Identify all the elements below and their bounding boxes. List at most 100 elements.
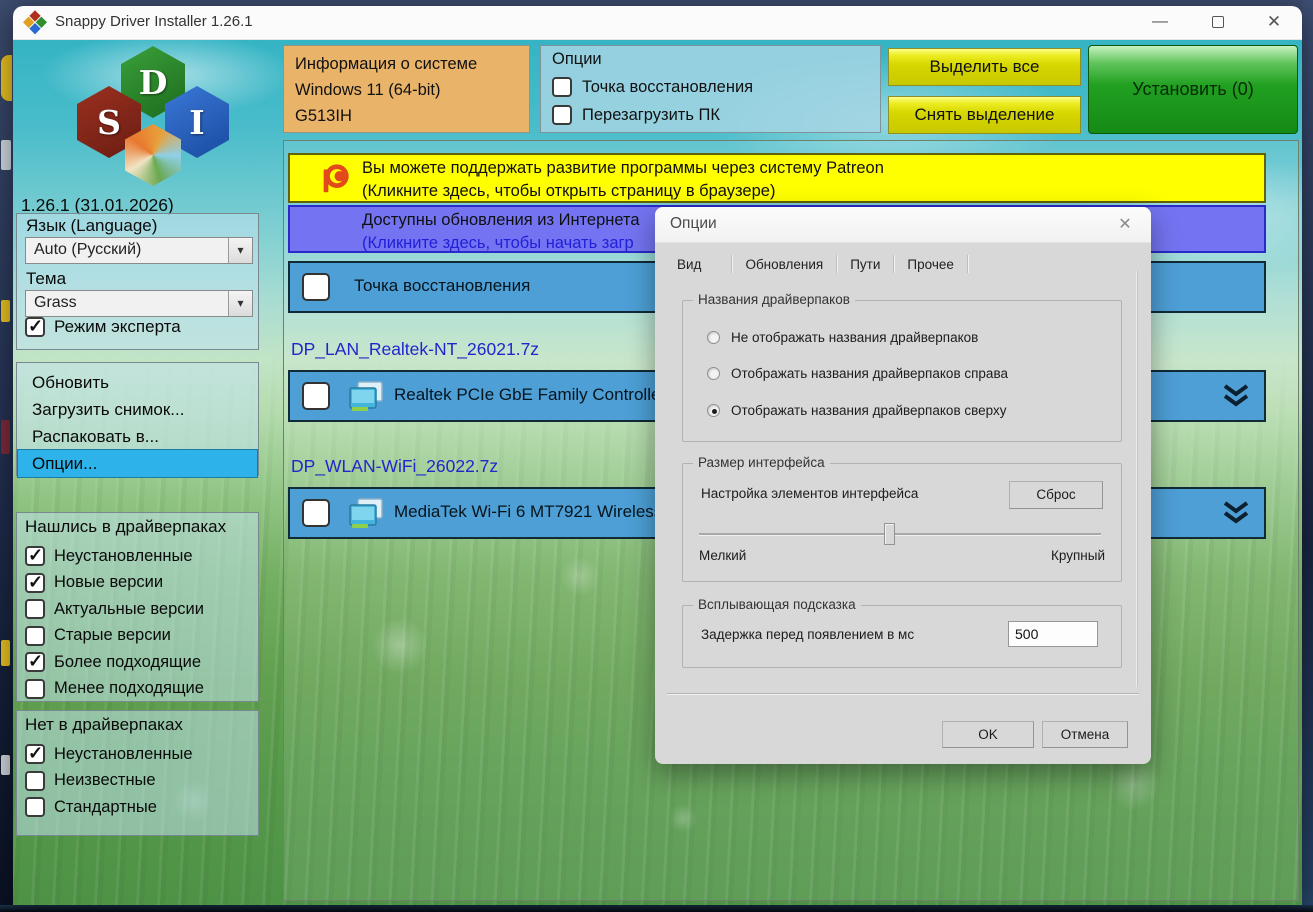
- ok-button[interactable]: OK: [942, 721, 1034, 748]
- filter-checkbox-row[interactable]: ✓ Стандартные: [25, 794, 254, 821]
- tooltip-delay-label: Задержка перед появлением в мс: [701, 627, 914, 642]
- driver-checkbox[interactable]: [302, 382, 330, 410]
- filter-checkbox-row[interactable]: ✓ Неизвестные: [25, 768, 254, 795]
- tab-separator: [967, 255, 968, 273]
- filter-label: Старые версии: [54, 626, 171, 645]
- checkbox[interactable]: ✓: [25, 626, 45, 646]
- reset-button[interactable]: Сброс: [1009, 481, 1103, 509]
- check-icon: ✓: [28, 651, 43, 672]
- missing-filter-panel: Нет в драйверпаках ✓ Неустановленные ✓ Н…: [16, 710, 259, 836]
- menu-item[interactable]: Опции...: [18, 450, 257, 477]
- filter-checkbox-row[interactable]: ✓ Актуальные версии: [25, 596, 254, 623]
- driver-checkbox[interactable]: [302, 499, 330, 527]
- sdi-logo: D S I: [73, 46, 229, 196]
- system-info-os: Windows 11 (64-bit): [295, 77, 518, 103]
- taskbar[interactable]: [0, 905, 1313, 912]
- menu-item[interactable]: Распаковать в...: [18, 423, 257, 450]
- quick-options-title: Опции: [552, 50, 602, 69]
- patreon-banner[interactable]: Вы можете поддержать развитие программы …: [288, 153, 1266, 203]
- menu-item[interactable]: Обновить: [18, 369, 257, 396]
- checkbox[interactable]: [552, 105, 572, 125]
- expert-mode-checkbox[interactable]: ✓ Режим эксперта: [25, 317, 181, 337]
- dialog-tab[interactable]: Прочее: [894, 257, 966, 272]
- radio-icon[interactable]: [707, 331, 720, 344]
- device-name: Realtek PCIe GbE Family Controller: [394, 385, 666, 405]
- radio-option-names-right[interactable]: Отображать названия драйверпаков справа: [707, 366, 1008, 381]
- restore-point-checkbox[interactable]: [302, 273, 330, 301]
- checkbox[interactable]: ✓: [25, 573, 45, 593]
- update-line2: (Кликните здесь, чтобы начать загр: [362, 232, 640, 255]
- filter-checkbox-row[interactable]: ✓ Неустановленные: [25, 741, 254, 768]
- filter-label: Новые версии: [54, 573, 163, 592]
- ui-size-slider[interactable]: [699, 533, 1101, 535]
- checkbox[interactable]: ✓: [25, 546, 45, 566]
- tooltip-delay-input[interactable]: [1008, 621, 1098, 647]
- menu-item[interactable]: Загрузить снимок...: [18, 396, 257, 423]
- filter-checkbox-row[interactable]: ✓ Менее подходящие: [25, 676, 254, 703]
- radio-label: Не отображать названия драйверпаков: [731, 330, 978, 345]
- restore-point-option[interactable]: Точка восстановления: [552, 77, 753, 97]
- check-icon: ✓: [28, 545, 43, 566]
- maximize-button[interactable]: [1196, 6, 1240, 40]
- desktop-icon-fragment: [1, 55, 12, 101]
- app-icon: [22, 10, 47, 35]
- deselect-all-button[interactable]: Снять выделение: [888, 96, 1081, 134]
- update-line1: Доступны обновления из Интернета: [362, 211, 640, 229]
- check-icon: ✓: [28, 743, 43, 764]
- radio-option-hide-names[interactable]: Не отображать названия драйверпаков: [707, 330, 978, 345]
- dialog-tab[interactable]: Пути: [837, 257, 893, 272]
- dropdown-arrow-icon[interactable]: ▾: [228, 291, 252, 316]
- checkbox[interactable]: ✓: [25, 797, 45, 817]
- checkbox[interactable]: ✓: [25, 599, 45, 619]
- slider-min-label: Мелкий: [699, 548, 746, 563]
- radio-option-names-top[interactable]: Отображать названия драйверпаков сверху: [707, 403, 1007, 418]
- found-filter-title: Нашлись в драйверпаках: [25, 517, 226, 537]
- desktop-icon-fragment: [1, 755, 10, 775]
- dialog-tab[interactable]: Вид: [673, 257, 731, 272]
- quick-options-box: Опции Точка восстановления Перезагрузить…: [540, 45, 881, 133]
- system-info-model: G513IH: [295, 103, 518, 129]
- checkbox[interactable]: ✓: [25, 652, 45, 672]
- language-select[interactable]: Auto (Русский) ▾: [25, 237, 253, 264]
- slider-thumb[interactable]: [884, 523, 895, 545]
- radio-label: Отображать названия драйверпаков справа: [731, 366, 1008, 381]
- radio-icon[interactable]: [707, 367, 720, 380]
- checkbox[interactable]: ✓: [25, 771, 45, 791]
- filter-checkbox-row[interactable]: ✓ Более подходящие: [25, 649, 254, 676]
- chevron-double-down-icon[interactable]: [1220, 501, 1252, 527]
- checkbox[interactable]: ✓: [25, 744, 45, 764]
- dialog-tab[interactable]: Обновления: [732, 257, 836, 272]
- checkbox[interactable]: [552, 77, 572, 97]
- filter-checkbox-row[interactable]: ✓ Новые версии: [25, 570, 254, 597]
- checkbox[interactable]: ✓: [25, 679, 45, 699]
- titlebar: Snappy Driver Installer 1.26.1 — ✕: [13, 6, 1302, 40]
- theme-select[interactable]: Grass ▾: [25, 290, 253, 317]
- radio-label: Отображать названия драйверпаков сверху: [731, 403, 1007, 418]
- filter-label: Актуальные версии: [54, 600, 204, 619]
- filter-label: Стандартные: [54, 798, 157, 817]
- dialog-tabs: Вид Обновления Пути Прочее: [673, 253, 968, 275]
- cancel-button[interactable]: Отмена: [1042, 721, 1128, 748]
- chevron-double-down-icon[interactable]: [1220, 384, 1252, 410]
- minimize-button[interactable]: —: [1138, 6, 1182, 40]
- found-filter-list: ✓ Неустановленные ✓ Новые версии ✓ Актуа…: [25, 543, 254, 702]
- device-name: MediaTek Wi-Fi 6 MT7921 Wireless L: [394, 502, 676, 522]
- filter-checkbox-row[interactable]: ✓ Неустановленные: [25, 543, 254, 570]
- dropdown-arrow-icon[interactable]: ▾: [228, 238, 252, 263]
- missing-filter-title: Нет в драйверпаках: [25, 715, 183, 735]
- network-device-icon: [344, 497, 386, 533]
- filter-checkbox-row[interactable]: ✓ Старые версии: [25, 623, 254, 650]
- select-all-button[interactable]: Выделить все: [888, 48, 1081, 86]
- radio-icon[interactable]: [707, 404, 720, 417]
- missing-filter-list: ✓ Неустановленные ✓ Неизвестные ✓ Станда…: [25, 741, 254, 821]
- reboot-pc-option[interactable]: Перезагрузить ПК: [552, 105, 720, 125]
- tab-frame-edge: [1137, 271, 1138, 687]
- system-info-title: Информация о системе: [295, 51, 518, 77]
- update-banner-text: Доступны обновления из Интернета (Кликни…: [362, 209, 640, 256]
- network-device-icon: [344, 380, 386, 416]
- checkbox[interactable]: ✓: [25, 317, 45, 337]
- close-button[interactable]: ✕: [1252, 6, 1296, 40]
- install-button[interactable]: Установить (0): [1088, 45, 1298, 134]
- pack-names-group: Названия драйверпаков Не отображать назв…: [682, 300, 1122, 442]
- dialog-close-icon[interactable]: ✕: [1113, 214, 1137, 234]
